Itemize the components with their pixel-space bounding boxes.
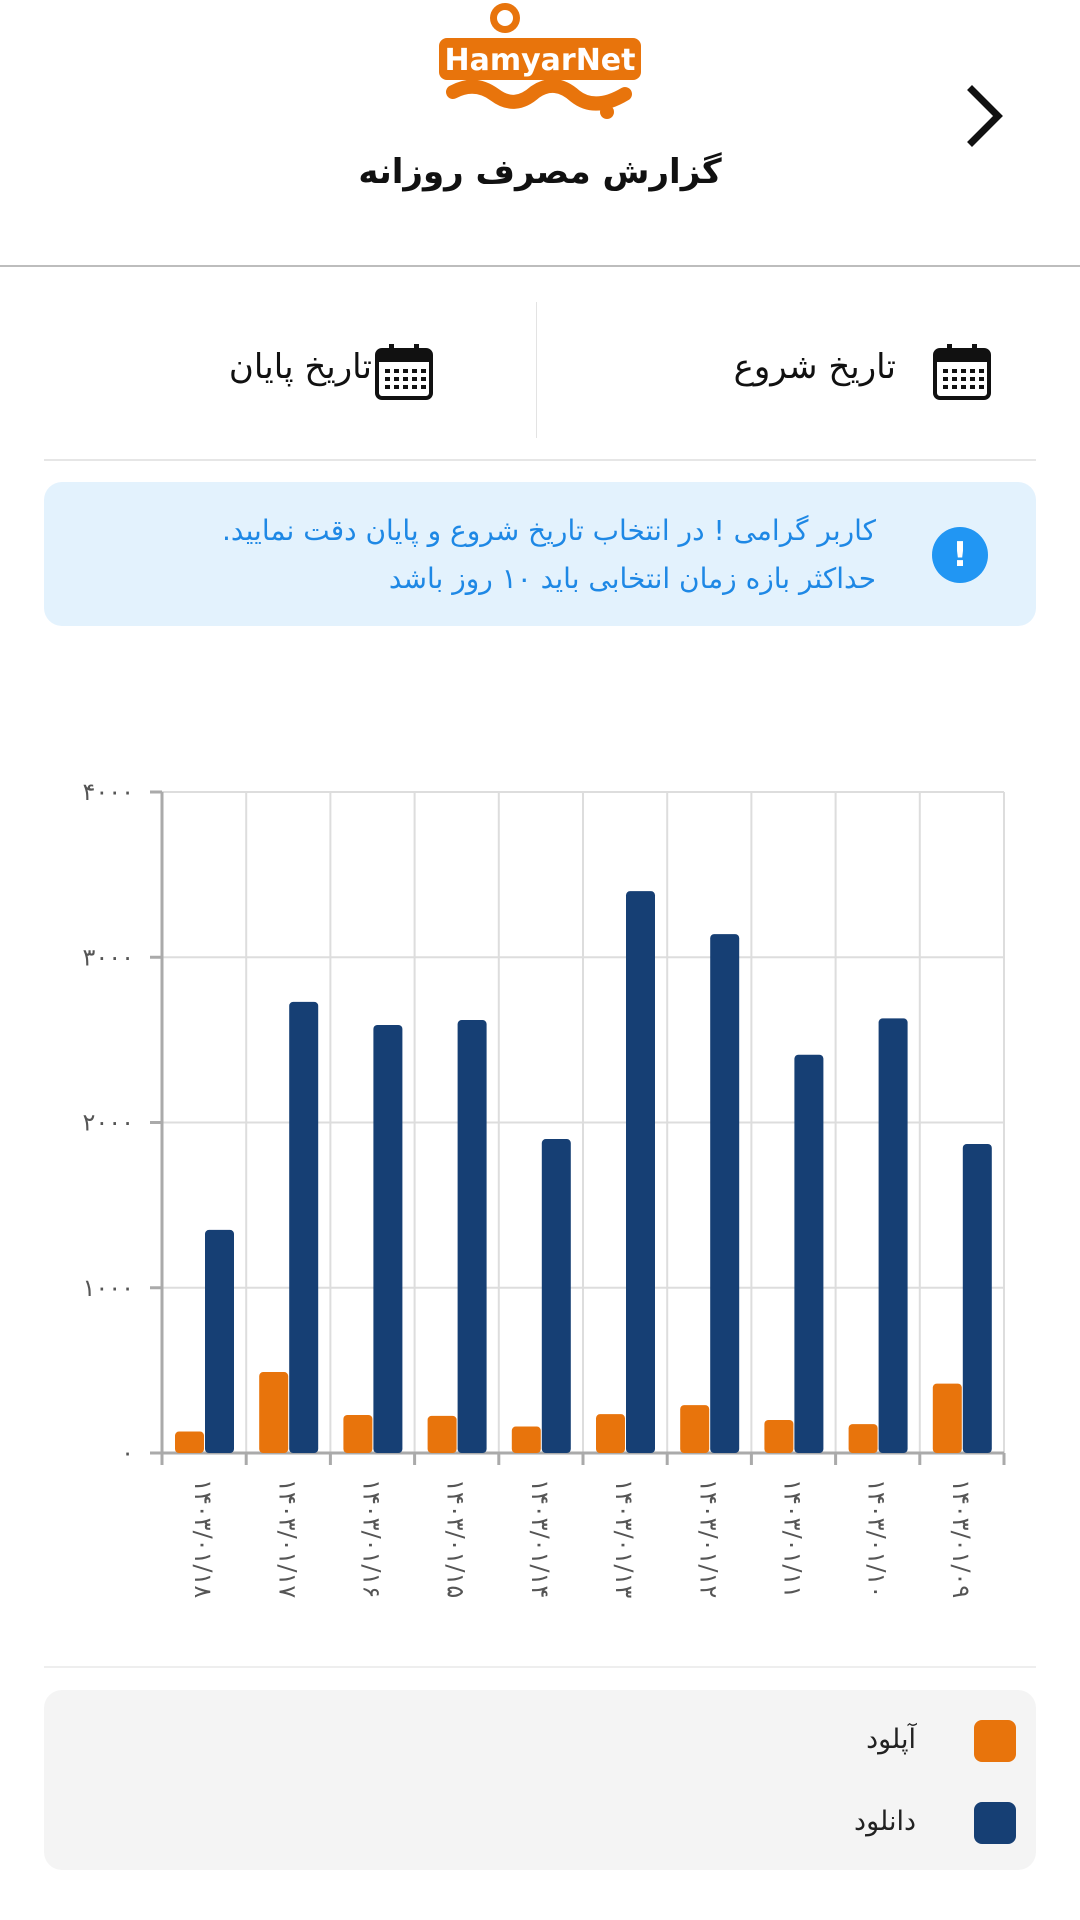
x-tick-label: ۱۴۰۳/۰۱/۱۴ [526, 1479, 554, 1598]
bar-download [626, 891, 655, 1453]
x-tick-label: ۱۴۰۳/۰۱/۱۲ [694, 1479, 722, 1598]
x-tick-label: ۱۴۰۳/۰۱/۱۸ [189, 1479, 217, 1598]
bar-upload [764, 1419, 794, 1453]
chart-divider [44, 1666, 1036, 1668]
alert-line-1: کاربر گرامی ! در انتخاب تاریخ شروع و پای… [221, 514, 876, 547]
bar-download [794, 1054, 824, 1453]
bar-upload [259, 1372, 289, 1453]
x-tick-label: ۱۴۰۳/۰۱/۱۱ [779, 1479, 807, 1598]
legend-item-download: دانلود [436, 1802, 1036, 1846]
header: HamyarNet گزارش مصرف روزانه [0, 0, 1080, 267]
bar-download [457, 1020, 487, 1453]
x-tick-label: ۱۴۰۳/۰۱/۰۹ [947, 1479, 975, 1598]
exclamation-icon: ! [932, 527, 988, 583]
legend-swatch-upload [974, 1720, 1016, 1762]
x-tick-label: ۱۴۰۳/۰۱/۱۶ [358, 1479, 386, 1598]
y-tick-label: ۱۰۰۰ [82, 1274, 134, 1302]
svg-text:HamyarNet: HamyarNet [444, 43, 635, 78]
chart-legend: آپلود دانلود [44, 1690, 1036, 1870]
x-tick-label: ۱۴۰۳/۰۱/۱۵ [442, 1479, 470, 1598]
end-date-picker[interactable]: تاریخ پایان [44, 302, 524, 442]
bar-upload [680, 1405, 710, 1453]
bar-download [878, 1018, 908, 1453]
x-tick-label: ۱۴۰۳/۰۱/۱۰ [863, 1479, 891, 1598]
start-date-label: تاریخ شروع [733, 347, 896, 387]
legend-label-upload: آپلود [866, 1724, 916, 1755]
y-tick-label: ۲۰۰۰ [82, 1109, 134, 1137]
legend-item-upload: آپلود [436, 1720, 1036, 1764]
page-title: گزارش مصرف روزانه [358, 152, 722, 192]
end-date-label: تاریخ پایان [228, 347, 372, 387]
date-range-filter: تاریخ شروع تاریخ پایان [44, 302, 1036, 442]
y-tick-label: ۰ [121, 1439, 134, 1467]
x-tick-label: ۱۴۰۳/۰۱/۱۷ [273, 1479, 301, 1598]
bar-upload [848, 1424, 878, 1453]
date-divider [44, 459, 1036, 461]
back-chevron-icon[interactable] [952, 80, 1024, 152]
calendar-icon [375, 344, 433, 400]
bar-download [962, 1143, 992, 1453]
hamyarnet-logo: HamyarNet [439, 3, 641, 119]
bar-download [373, 1025, 403, 1453]
y-tick-label: ۳۰۰۰ [82, 943, 134, 971]
bar-upload [175, 1431, 204, 1453]
legend-swatch-download [974, 1802, 1016, 1844]
alert-line-2: حداکثر بازه زمان انتخابی باید ۱۰ روز باش… [388, 562, 876, 595]
header-divider [0, 265, 1080, 267]
bar-upload [932, 1383, 962, 1453]
calendar-icon [933, 344, 991, 400]
bar-upload [511, 1426, 541, 1453]
bar-download [710, 934, 740, 1453]
usage-bar-chart: ۰ ۱۰۰۰ ۲۰۰۰ ۳۰۰۰ ۴۰۰۰ ۱۴۰۳/۰۱/۱۸ ۱۴۰۳/۰۱/۱۷ ۱۴۰… [0, 760, 1080, 1640]
date-separator [536, 302, 537, 438]
info-alert: ! کاربر گرامی ! در انتخاب تاریخ شروع و پ… [44, 482, 1036, 626]
bar-upload [596, 1414, 625, 1453]
bar-download [541, 1139, 571, 1453]
bar-download [205, 1229, 234, 1453]
app-screen: HamyarNet گزارش مصرف روزانه تاریخ شروع ت… [0, 0, 1080, 1920]
chart-canvas: ۰ ۱۰۰۰ ۲۰۰۰ ۳۰۰۰ ۴۰۰۰ ۱۴۰۳/۰۱/۱۸ ۱۴۰۳/۰۱/۱۷ ۱۴۰… [82, 778, 1006, 1598]
legend-label-download: دانلود [854, 1806, 916, 1837]
start-date-picker[interactable]: تاریخ شروع [584, 302, 1036, 442]
bar-upload [427, 1415, 457, 1453]
y-tick-label: ۴۰۰۰ [82, 778, 134, 806]
bar-upload [343, 1414, 373, 1453]
x-tick-label: ۱۴۰۳/۰۱/۱۳ [610, 1479, 638, 1598]
bar-download [289, 1001, 319, 1453]
